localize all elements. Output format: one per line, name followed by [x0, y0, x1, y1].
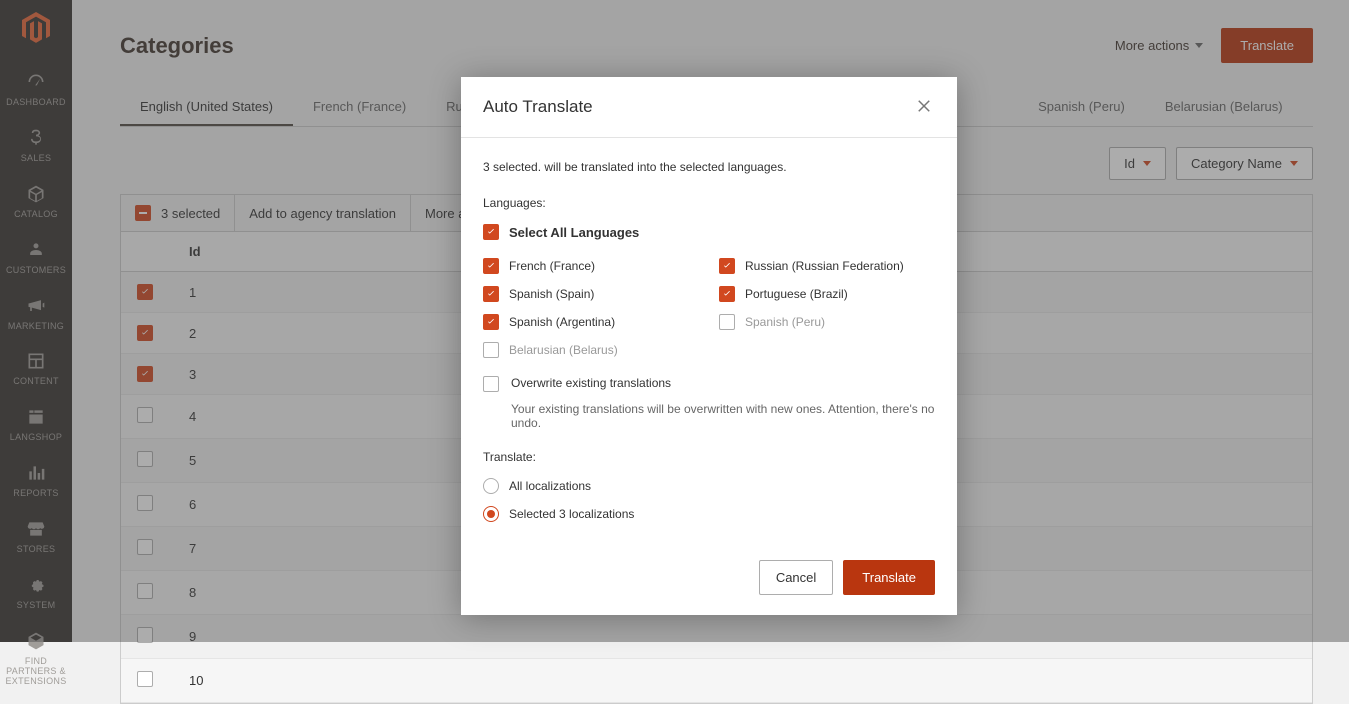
select-all-languages[interactable]: Select All Languages [483, 224, 935, 240]
cell-id: 10 [169, 661, 223, 700]
language-checkbox [483, 342, 499, 358]
table-row[interactable]: 10 [121, 659, 1312, 703]
modal-info: 3 selected. will be translated into the … [483, 160, 935, 174]
language-option[interactable]: Spanish (Spain) [483, 286, 699, 302]
row-checkbox[interactable] [137, 671, 153, 687]
translate-label: Translate: [483, 450, 935, 464]
option-selected-localizations[interactable]: Selected 3 localizations [483, 506, 935, 522]
overwrite-checkbox [483, 376, 499, 392]
modal-header: Auto Translate [461, 77, 957, 138]
confirm-translate-button[interactable]: Translate [843, 560, 935, 595]
language-checkbox [719, 258, 735, 274]
language-option[interactable]: Spanish (Argentina) [483, 314, 699, 330]
close-icon[interactable] [915, 97, 935, 117]
language-columns: French (France) Spanish (Spain) Spanish (A… [483, 258, 935, 358]
language-checkbox [719, 286, 735, 302]
cancel-button[interactable]: Cancel [759, 560, 833, 595]
language-checkbox [483, 258, 499, 274]
language-option[interactable]: Portuguese (Brazil) [719, 286, 935, 302]
language-option[interactable]: Belarusian (Belarus) [483, 342, 699, 358]
overwrite-description: Your existing translations will be overw… [511, 402, 935, 430]
overwrite-option[interactable]: Overwrite existing translations [483, 376, 935, 396]
modal-footer: Cancel Translate [461, 544, 957, 615]
modal-title: Auto Translate [483, 97, 593, 117]
languages-label: Languages: [483, 196, 935, 210]
select-all-lang-checkbox [483, 224, 499, 240]
modal-body: 3 selected. will be translated into the … [461, 138, 957, 544]
language-checkbox [719, 314, 735, 330]
option-all-localizations[interactable]: All localizations [483, 478, 935, 494]
language-option[interactable]: Spanish (Peru) [719, 314, 935, 330]
radio-selected [483, 506, 499, 522]
radio-all [483, 478, 499, 494]
language-option[interactable]: Russian (Russian Federation) [719, 258, 935, 274]
language-option[interactable]: French (France) [483, 258, 699, 274]
language-checkbox [483, 286, 499, 302]
auto-translate-modal: Auto Translate 3 selected. will be trans… [461, 77, 957, 615]
language-checkbox [483, 314, 499, 330]
